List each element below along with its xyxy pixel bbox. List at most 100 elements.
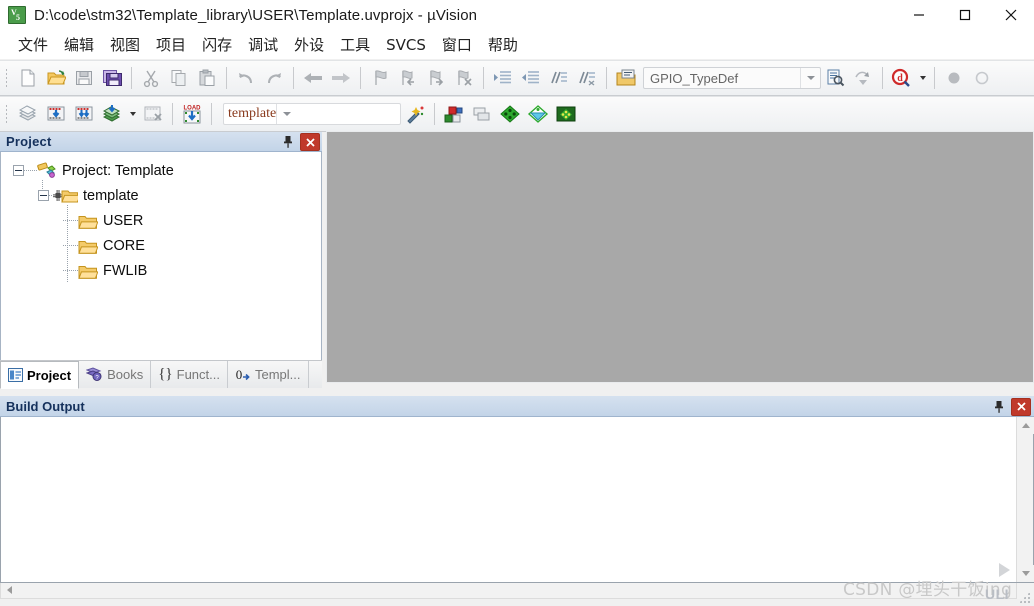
toolbar-separator <box>211 103 212 125</box>
stop-build-icon[interactable] <box>139 100 167 128</box>
target-options-wizard-icon[interactable] <box>401 100 429 128</box>
window-title: D:\code\stm32\Template_library\USER\Temp… <box>34 6 478 24</box>
menu-item-flash[interactable]: 闪存 <box>194 32 240 57</box>
tree-expander[interactable] <box>13 165 24 176</box>
tab-books[interactable]: ? Books <box>79 361 152 388</box>
functions-tab-icon: {} <box>158 366 173 382</box>
pin-icon[interactable] <box>279 133 297 151</box>
file-toolbar: GPIO_TypeDef d <box>0 60 1034 96</box>
tab-templates[interactable]: 0 Templ... <box>228 361 309 388</box>
menu-item-edit[interactable]: 编辑 <box>56 32 102 57</box>
new-file-icon[interactable] <box>14 64 42 92</box>
batch-build-dropdown-arrow[interactable] <box>126 101 139 127</box>
toolbar-separator <box>483 67 484 89</box>
bookmark-toggle-icon[interactable] <box>366 64 394 92</box>
build-output-vscrollbar[interactable] <box>1016 417 1034 582</box>
save-all-icon[interactable] <box>98 64 126 92</box>
project-panel-tools <box>279 132 320 152</box>
menu-item-peripherals[interactable]: 外设 <box>286 32 332 57</box>
project-panel: Project Project: Template template USER … <box>0 132 322 386</box>
outdent-icon[interactable] <box>517 64 545 92</box>
books-tab-icon: ? <box>86 367 102 381</box>
scroll-up-icon[interactable] <box>1017 417 1034 434</box>
folder-icon <box>78 214 99 229</box>
tree-item-group-fwlib[interactable]: FWLIB <box>1 258 321 283</box>
tree-item-target[interactable]: template <box>1 183 321 208</box>
open-file-icon[interactable] <box>42 64 70 92</box>
navigate-back-icon[interactable] <box>299 64 327 92</box>
translate-icon[interactable] <box>14 100 42 128</box>
close-button[interactable] <box>988 0 1034 30</box>
bookmark-next-icon[interactable] <box>422 64 450 92</box>
menu-item-view[interactable]: 视图 <box>102 32 148 57</box>
minimize-button[interactable] <box>896 0 942 30</box>
tree-item-project[interactable]: Project: Template <box>1 158 321 183</box>
maximize-button[interactable] <box>942 0 988 30</box>
menu-item-help[interactable]: 帮助 <box>480 32 526 57</box>
redo-icon[interactable] <box>260 64 288 92</box>
undo-icon[interactable] <box>232 64 260 92</box>
pack-installer-icon[interactable] <box>552 100 580 128</box>
tab-functions[interactable]: {} Funct... <box>151 361 228 388</box>
bookmark-prev-icon[interactable] <box>394 64 422 92</box>
save-icon[interactable] <box>70 64 98 92</box>
toolbar-grip[interactable] <box>3 103 11 125</box>
pack-installer-green-icon[interactable] <box>496 100 524 128</box>
navigate-forward-icon[interactable] <box>327 64 355 92</box>
tree-connector <box>63 220 78 221</box>
close-icon[interactable] <box>300 133 320 151</box>
pin-icon[interactable] <box>990 398 1008 416</box>
find-combo-dropdown[interactable] <box>800 68 820 88</box>
build-output-text-area[interactable] <box>0 417 1034 583</box>
breakpoint-icon[interactable] <box>940 64 968 92</box>
menu-item-window[interactable]: 窗口 <box>434 32 480 57</box>
tree-item-label: FWLIB <box>103 262 148 279</box>
uncomment-icon[interactable] <box>573 64 601 92</box>
project-panel-title-bar: Project <box>0 132 322 152</box>
menu-item-file[interactable]: 文件 <box>10 32 56 57</box>
toolbar-grip[interactable] <box>3 67 11 89</box>
breakpoint-disable-icon[interactable] <box>968 64 996 92</box>
indent-icon[interactable] <box>489 64 517 92</box>
manage-run-time-env-icon[interactable] <box>524 100 552 128</box>
menu-item-debug[interactable]: 调试 <box>240 32 286 57</box>
tree-expander[interactable] <box>38 190 49 201</box>
tree-item-group-core[interactable]: CORE <box>1 233 321 258</box>
select-target-dropdown[interactable] <box>276 104 296 124</box>
debug-start-icon[interactable]: d <box>888 64 916 92</box>
find-in-files-icon[interactable] <box>821 64 849 92</box>
select-target-combo[interactable]: template <box>223 103 401 125</box>
tab-project[interactable]: Project <box>0 361 80 389</box>
toolbar-separator <box>293 67 294 89</box>
menu-item-project[interactable]: 项目 <box>148 32 194 57</box>
resize-grip[interactable] <box>1019 592 1031 604</box>
close-icon[interactable] <box>1011 397 1031 416</box>
paste-icon[interactable] <box>193 64 221 92</box>
menu-item-tools[interactable]: 工具 <box>332 32 378 57</box>
menu-item-svcs[interactable]: SVCS <box>378 34 434 56</box>
load-icon[interactable]: LOAD <box>178 100 206 128</box>
tree-item-label: Project: Template <box>62 162 174 179</box>
manage-project-items-icon[interactable] <box>440 100 468 128</box>
copy-icon[interactable] <box>165 64 193 92</box>
target-icon <box>53 190 78 203</box>
bookmark-clear-icon[interactable] <box>450 64 478 92</box>
batch-build-icon[interactable] <box>98 100 126 128</box>
scroll-down-icon[interactable] <box>1017 565 1034 582</box>
build-icon[interactable] <box>42 100 70 128</box>
rebuild-icon[interactable] <box>70 100 98 128</box>
manage-multi-project-icon[interactable] <box>468 100 496 128</box>
incremental-find-icon[interactable] <box>849 64 877 92</box>
project-tree[interactable]: Project: Template template USER CORE FWL… <box>0 152 322 362</box>
scroll-left-icon[interactable] <box>1 583 17 597</box>
cut-icon[interactable] <box>137 64 165 92</box>
debug-dropdown-arrow[interactable] <box>916 65 929 91</box>
comment-icon[interactable] <box>545 64 573 92</box>
find-combo[interactable]: GPIO_TypeDef <box>643 67 821 89</box>
editor-workspace[interactable] <box>326 131 1034 383</box>
window-controls <box>896 0 1034 30</box>
configuration-wizard-icon[interactable] <box>612 64 640 92</box>
build-output-hscrollbar[interactable] <box>0 583 1017 599</box>
title-bar: V5 D:\code\stm32\Template_library\USER\T… <box>0 0 1034 30</box>
tree-item-group-user[interactable]: USER <box>1 208 321 233</box>
